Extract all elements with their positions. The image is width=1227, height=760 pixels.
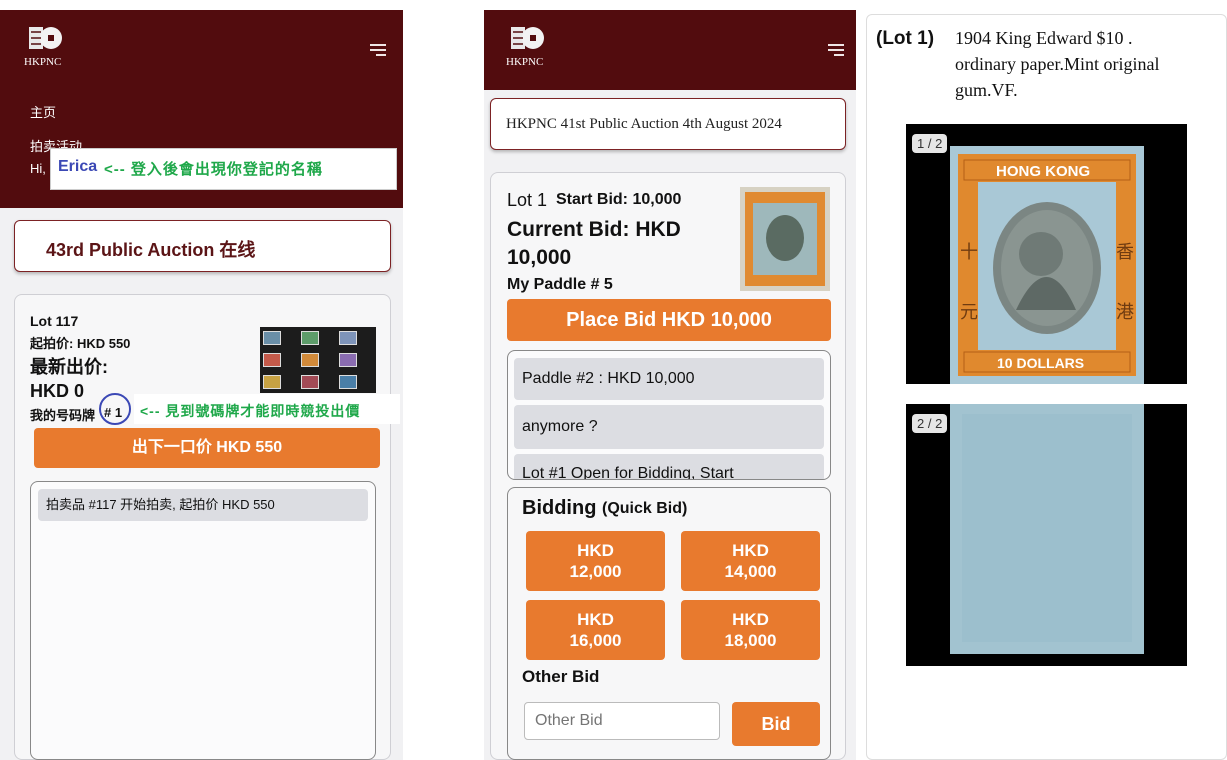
- paddle-annotation: <-- 見到號碼牌才能即時競投出價: [140, 403, 361, 419]
- user-name: Erica: [58, 158, 98, 175]
- current-bid-label: Current Bid: HKD: [507, 218, 681, 241]
- latest-bid-value: HKD 0: [30, 381, 85, 401]
- log-item: Lot #1 Open for Bidding, Start: [514, 454, 824, 479]
- quick-bid-amount: 18,000: [724, 631, 777, 650]
- bidding-title: Bidding: [522, 497, 597, 519]
- log-item-text: 拍卖品 #117 开始拍卖, 起拍价 HKD 550: [46, 497, 275, 512]
- stamp-left-chars: 十元: [960, 242, 978, 322]
- quick-bid-16000[interactable]: HKD 16,000: [526, 600, 665, 660]
- lot-thumbnail[interactable]: [740, 187, 830, 291]
- logo-text: HKPNC: [506, 56, 544, 68]
- bidding-subtitle: (Quick Bid): [602, 500, 688, 517]
- quick-bid-currency: HKD: [577, 541, 614, 560]
- log-item: 拍卖品 #117 开始拍卖, 起拍价 HKD 550: [38, 489, 368, 521]
- quick-bid-currency: HKD: [732, 541, 769, 560]
- quick-bid-12000[interactable]: HKD 12,000: [526, 531, 665, 591]
- quick-bid-currency: HKD: [732, 610, 769, 629]
- auction-title: HKPNC 41st Public Auction 4th August 202…: [506, 116, 782, 132]
- hkpnc-logo[interactable]: HKPNC: [506, 24, 550, 76]
- my-paddle: My Paddle # 5: [507, 276, 613, 293]
- latest-bid-label: 最新出价:: [30, 357, 108, 377]
- image-divider: [904, 384, 1194, 404]
- stamp-top-text: HONG KONG: [996, 163, 1091, 180]
- stamp-back-image: [950, 404, 1144, 654]
- quick-bid-18000[interactable]: HKD 18,000: [681, 600, 820, 660]
- menu-icon[interactable]: [828, 44, 844, 56]
- lot-description-2: ordinary paper.Mint original: [955, 54, 1160, 74]
- lot-label: Lot 117: [30, 313, 79, 329]
- lot-description-3: gum.VF.: [955, 80, 1018, 100]
- quick-bid-currency: HKD: [577, 610, 614, 629]
- lot-image-back[interactable]: 2 / 2: [906, 404, 1187, 666]
- bid-log: [30, 481, 376, 760]
- nav-home[interactable]: 主页: [30, 102, 56, 121]
- paddle-label: 我的号码牌: [30, 408, 96, 423]
- place-bid-button[interactable]: Place Bid HKD 10,000: [507, 299, 831, 341]
- logo-text: HKPNC: [24, 56, 62, 68]
- login-annotation: <-- 登入後會出現你登記的名稱: [104, 161, 323, 178]
- stamp-right-chars: 香港: [1116, 242, 1134, 322]
- coin-logo-icon: [29, 27, 62, 49]
- quick-bid-amount: 12,000: [569, 562, 622, 581]
- quick-bid-amount: 14,000: [724, 562, 777, 581]
- other-bid-input[interactable]: [524, 702, 720, 740]
- lot-tag: (Lot 1): [876, 28, 935, 49]
- other-bid-label: Other Bid: [522, 667, 600, 686]
- auction-title: 43rd Public Auction 在线: [46, 240, 256, 260]
- log-item-text: Lot #1 Open for Bidding, Start: [522, 465, 734, 479]
- coin-logo-icon: [511, 27, 544, 49]
- lot-label: Lot 1: [507, 190, 548, 210]
- image-counter: 2 / 2: [912, 414, 948, 433]
- highlight-circle: [99, 393, 131, 425]
- hkpnc-logo[interactable]: HKPNC: [24, 24, 68, 76]
- next-bid-button[interactable]: 出下一口价 HKD 550: [34, 428, 380, 468]
- quick-bid-14000[interactable]: HKD 14,000: [681, 531, 820, 591]
- log-item: anymore ?: [514, 405, 824, 449]
- current-bid-value: 10,000: [507, 246, 572, 269]
- stamp-bottom-text: 10 DOLLARS: [997, 355, 1085, 371]
- start-bid: 起拍价: HKD 550: [30, 336, 131, 351]
- bid-button[interactable]: Bid: [732, 702, 820, 746]
- log-item-text: Paddle #2 : HKD 10,000: [522, 370, 695, 387]
- menu-icon[interactable]: [370, 44, 386, 56]
- quick-bid-amount: 16,000: [569, 631, 622, 650]
- greeting-text: Hi,: [30, 161, 46, 176]
- lot-image-front[interactable]: HONG KONG 10 DOLLARS 十元 香港 1 / 2: [906, 124, 1187, 384]
- image-counter: 1 / 2: [912, 134, 948, 153]
- lot-thumbnail[interactable]: [260, 327, 376, 393]
- start-bid: Start Bid: 10,000: [556, 191, 682, 208]
- lot-description-1: 1904 King Edward $10 .: [955, 28, 1133, 48]
- log-item-text: anymore ?: [522, 418, 598, 435]
- log-item: Paddle #2 : HKD 10,000: [514, 358, 824, 400]
